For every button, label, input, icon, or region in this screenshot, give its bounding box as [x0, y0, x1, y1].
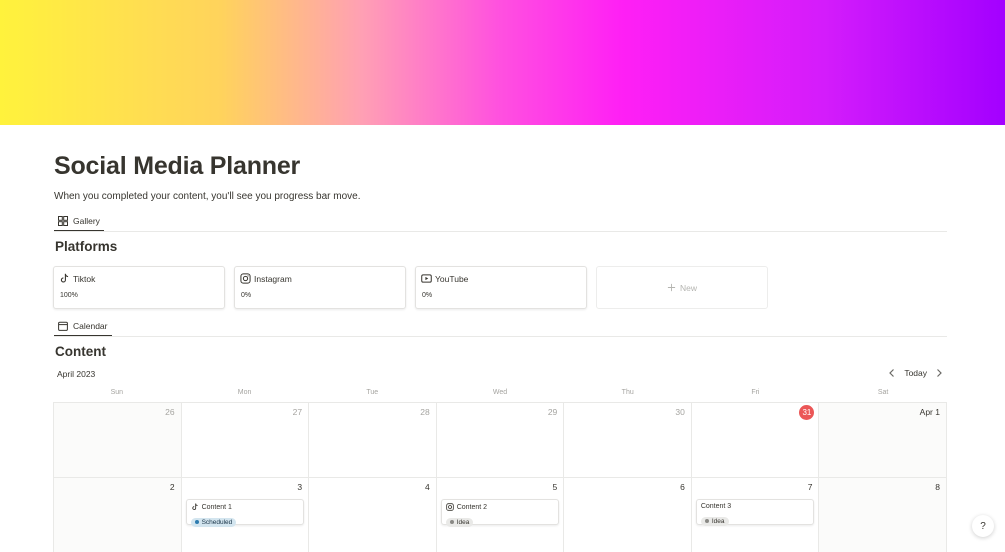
calendar-day-cell[interactable]: 29 — [436, 403, 565, 478]
day-number: Apr 1 — [919, 407, 940, 417]
youtube-icon — [421, 273, 432, 284]
page-cover-image — [0, 0, 1005, 125]
platform-gallery: Tiktok 100% Instagram 0% YouTube 0% New — [53, 266, 768, 309]
day-number: 8 — [935, 482, 940, 492]
calendar-day-cell[interactable]: 28 — [309, 403, 437, 478]
weekday-label: Wed — [492, 389, 508, 396]
calendar-day-cell[interactable]: 5 Content 2 Idea — [436, 478, 565, 552]
instagram-icon — [240, 273, 251, 284]
day-number: 6 — [680, 482, 685, 492]
help-button[interactable]: ? — [972, 515, 994, 537]
weekday-label: Tue — [366, 389, 379, 396]
calendar-day-cell[interactable]: 8 — [819, 478, 947, 552]
calendar-navigation: Today — [888, 368, 943, 378]
calendar-day-cell[interactable]: 26 — [54, 403, 182, 478]
day-number: 2 — [169, 482, 175, 492]
calendar-day-cell[interactable]: Apr 1 — [819, 403, 947, 478]
calendar-event-card[interactable]: Content 3 Idea — [695, 499, 815, 526]
platform-progress: 0% — [241, 292, 252, 299]
new-card-label: New — [679, 282, 697, 293]
calendar-event-card[interactable]: Content 1 Scheduled — [185, 499, 305, 527]
status-label: Scheduled — [201, 518, 233, 526]
new-card-button[interactable]: New — [596, 266, 768, 309]
tab-calendar[interactable]: Calendar — [54, 316, 112, 336]
calendar-day-cell[interactable]: 30 — [564, 403, 692, 478]
calendar-day-cell[interactable]: 3 Content 1 Scheduled — [181, 478, 310, 552]
calendar-day-cell[interactable]: 4 — [309, 478, 437, 552]
status-dot — [704, 519, 709, 523]
tab-gallery-label: Gallery — [73, 215, 100, 226]
calendar-month-label: April 2023 — [57, 369, 96, 379]
event-title: Content 3 — [700, 503, 732, 510]
platform-card-title: Tiktok — [73, 273, 96, 284]
day-number: 3 — [297, 482, 303, 492]
gallery-icon — [58, 215, 68, 226]
day-number: 29 — [547, 407, 558, 417]
today-button[interactable]: Today — [904, 368, 927, 378]
platform-card-title: Instagram — [254, 273, 292, 284]
tab-calendar-label: Calendar — [73, 320, 108, 331]
calendar-day-cell[interactable]: 2 — [54, 478, 182, 552]
platform-card-title: YouTube — [435, 273, 469, 284]
view-divider — [54, 336, 947, 337]
chevron-right-icon[interactable] — [935, 368, 943, 378]
weekday-label: Mon — [237, 389, 252, 396]
platform-card-tiktok[interactable]: Tiktok 100% — [53, 266, 225, 309]
weekday-label: Fri — [751, 389, 760, 396]
weekday-label: Sat — [877, 389, 889, 396]
chevron-left-icon[interactable] — [888, 368, 896, 378]
day-number: 30 — [675, 407, 685, 417]
tiktok-icon — [59, 273, 70, 284]
weekday-label: Sun — [110, 389, 124, 396]
calendar-icon — [58, 321, 68, 331]
weekday-label: Thu — [621, 389, 634, 396]
plus-icon — [667, 283, 676, 292]
instagram-icon — [445, 503, 454, 511]
today-day-badge: 31 — [799, 405, 815, 420]
tab-gallery[interactable]: Gallery — [54, 211, 104, 231]
calendar-day-cell[interactable]: 31 — [691, 403, 820, 478]
platform-progress: 0% — [422, 292, 433, 299]
event-title: Content 2 — [456, 503, 488, 511]
status-dot — [449, 520, 454, 524]
platform-card-youtube[interactable]: YouTube 0% — [415, 266, 587, 309]
weekday-header: Sun Mon Tue Wed Thu Fri Sat — [53, 389, 947, 396]
status-label: Idea — [456, 518, 470, 526]
day-number: 5 — [552, 482, 558, 492]
day-number: 7 — [807, 482, 813, 492]
day-number: 28 — [420, 407, 430, 417]
event-title: Content 1 — [201, 503, 232, 511]
calendar-day-cell[interactable]: 7 Content 3 Idea — [691, 478, 820, 552]
page-title: Social Media Planner — [54, 152, 301, 180]
calendar-grid: 26 27 28 29 30 31 Apr 1 2 3 Content 1 Sc… — [53, 402, 947, 552]
view-divider — [54, 231, 947, 232]
content-heading: Content — [55, 344, 106, 359]
platform-card-instagram[interactable]: Instagram 0% — [234, 266, 406, 309]
day-number: 27 — [292, 407, 303, 417]
status-badge: Scheduled — [190, 517, 237, 527]
status-badge: Idea — [445, 517, 474, 527]
status-badge: Idea — [700, 516, 729, 526]
calendar-event-card[interactable]: Content 2 Idea — [440, 499, 560, 527]
status-label: Idea — [711, 517, 725, 525]
calendar-day-cell[interactable]: 27 — [181, 403, 310, 478]
calendar-day-cell[interactable]: 6 — [564, 478, 692, 552]
tiktok-icon — [191, 503, 199, 511]
day-number: 26 — [165, 407, 175, 417]
page-description: When you completed your content, you'll … — [54, 191, 361, 202]
platform-progress: 100% — [60, 292, 78, 299]
platforms-heading: Platforms — [55, 239, 118, 254]
status-dot — [194, 520, 199, 524]
day-number: 4 — [424, 482, 430, 492]
